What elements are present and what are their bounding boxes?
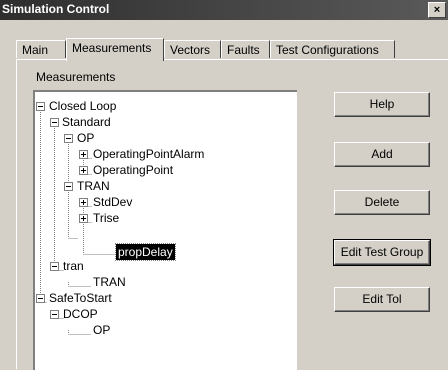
expand-icon[interactable]	[79, 214, 88, 223]
collapse-icon[interactable]	[64, 182, 73, 191]
tab-main[interactable]: Main	[16, 40, 66, 58]
window-title: Simulation Control	[2, 2, 110, 16]
tree-node-safe-to-start[interactable]: SafeToStart	[49, 290, 112, 306]
tree-node-tran[interactable]: TRAN	[77, 178, 110, 194]
tab-faults[interactable]: Faults	[221, 40, 270, 58]
close-button[interactable]: ×	[428, 2, 446, 18]
expand-icon[interactable]	[79, 166, 88, 175]
measurements-group-label: Measurements	[36, 70, 116, 84]
tab-vectors[interactable]: Vectors	[164, 40, 221, 58]
collapse-icon[interactable]	[36, 294, 45, 303]
delete-button[interactable]: Delete	[334, 190, 430, 215]
tree-node-propdelay[interactable]: propDelay	[115, 243, 176, 261]
tree-node-tran-leaf[interactable]: TRAN	[93, 274, 126, 290]
tree-node-standard[interactable]: Standard	[62, 114, 111, 130]
expand-icon[interactable]	[79, 198, 88, 207]
tree-node-trise[interactable]: Trise	[93, 210, 119, 226]
tab-test-configurations[interactable]: Test Configurations	[270, 40, 395, 58]
expand-icon[interactable]	[79, 150, 88, 159]
add-button[interactable]: Add	[334, 142, 430, 167]
title-bar: Simulation Control ×	[0, 0, 448, 20]
edit-tol-button[interactable]: Edit Tol	[334, 287, 430, 312]
collapse-icon[interactable]	[64, 134, 73, 143]
tree-node-operating-point[interactable]: OperatingPoint	[93, 162, 173, 178]
collapse-icon[interactable]	[36, 102, 45, 111]
help-button[interactable]: Help	[334, 92, 430, 117]
tree-node-dcop[interactable]: DCOP	[63, 306, 98, 322]
tree-node-stddev[interactable]: StdDev	[93, 194, 132, 210]
measurements-tree[interactable]: Closed Loop Standard OP OperatingPointAl…	[33, 90, 297, 370]
tree-node-closed-loop[interactable]: Closed Loop	[49, 98, 116, 114]
edit-test-group-button[interactable]: Edit Test Group	[333, 239, 431, 266]
tab-measurements[interactable]: Measurements	[66, 38, 164, 61]
collapse-icon[interactable]	[50, 262, 59, 271]
tree-connector-lines	[40, 106, 117, 335]
collapse-icon[interactable]	[50, 118, 59, 127]
collapse-icon[interactable]	[50, 310, 59, 319]
tree-node-op-leaf[interactable]: OP	[93, 322, 110, 338]
tree-node-operating-point-alarm[interactable]: OperatingPointAlarm	[93, 146, 204, 162]
tree-node-tran-lower[interactable]: tran	[63, 258, 84, 274]
tree-node-op[interactable]: OP	[77, 130, 94, 146]
